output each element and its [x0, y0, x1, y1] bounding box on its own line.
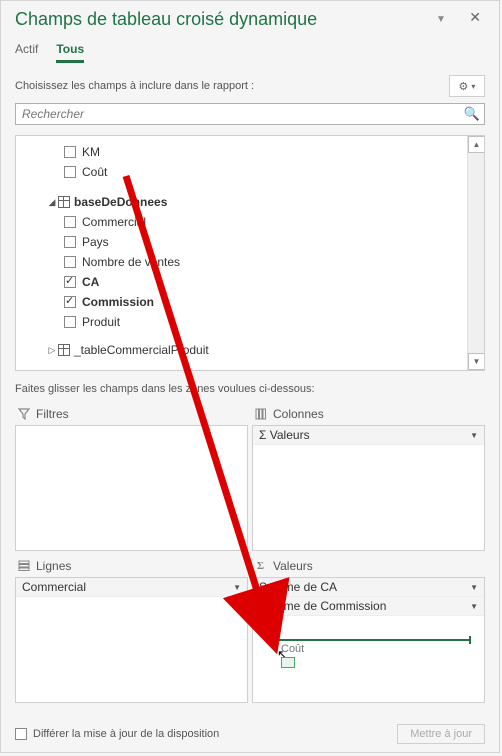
tools-button[interactable]: ⚙ ▾ [449, 75, 485, 97]
sigma-icon: Σ [254, 560, 267, 573]
search-icon[interactable]: 🔍 [464, 106, 480, 122]
checkbox-cout[interactable] [64, 166, 76, 178]
panel-title: Champs de tableau croisé dynamique [15, 9, 485, 30]
chevron-down-icon[interactable]: ▼ [470, 583, 478, 592]
field-commercial[interactable]: Commercial [16, 212, 484, 232]
checkbox-commercial[interactable] [64, 216, 76, 228]
checkbox-ca[interactable] [64, 276, 76, 288]
area-filtres-label: Filtres [36, 407, 69, 421]
field-nombreventes[interactable]: Nombre de ventes [16, 252, 484, 272]
field-cout[interactable]: Coût [16, 162, 484, 182]
field-pays[interactable]: Pays [16, 232, 484, 252]
collapse-icon[interactable]: ◢ [46, 197, 58, 208]
drag-hint-label: Faites glisser les champs dans les zones… [1, 371, 499, 403]
field-commission[interactable]: Commission [16, 292, 484, 312]
checkbox-produit[interactable] [64, 316, 76, 328]
defer-label: Différer la mise à jour de la dispositio… [33, 728, 219, 740]
checkbox-pays[interactable] [64, 236, 76, 248]
columns-icon [254, 408, 267, 421]
defer-checkbox[interactable] [15, 728, 27, 740]
area-lignes-box[interactable]: Commercial ▼ [15, 577, 248, 703]
area-filtres-box[interactable] [15, 425, 248, 551]
field-km[interactable]: KM [16, 142, 484, 162]
valeurs-item-somme-ca[interactable]: Somme de CA ▼ [253, 578, 484, 597]
area-lignes-label: Lignes [36, 559, 71, 573]
valeurs-item-somme-commission[interactable]: Somme de Commission ▼ [253, 597, 484, 616]
table-commercial-produit[interactable]: ▷ _tableCommercialProduit [16, 340, 484, 360]
close-icon[interactable]: ✕ [465, 7, 485, 28]
field-produit[interactable]: Produit [16, 312, 484, 332]
search-input[interactable] [16, 104, 484, 124]
scroll-down-button[interactable]: ▼ [468, 353, 485, 370]
rows-icon [17, 560, 30, 573]
scroll-up-button[interactable]: ▲ [468, 136, 485, 153]
tab-actif[interactable]: Actif [15, 38, 38, 63]
chevron-down-icon[interactable]: ▼ [233, 583, 241, 592]
area-colonnes-label: Colonnes [273, 407, 324, 421]
checkbox-commission[interactable] [64, 296, 76, 308]
colonnes-item-valeurs[interactable]: Σ Valeurs ▼ [253, 426, 484, 445]
field-ca[interactable]: CA [16, 272, 484, 292]
choose-fields-label: Choisissez les champs à inclure dans le … [15, 80, 254, 92]
tab-tous[interactable]: Tous [56, 38, 84, 63]
table-icon [58, 344, 70, 356]
area-colonnes-box[interactable]: Σ Valeurs ▼ [252, 425, 485, 551]
table-basededonnees[interactable]: ◢ baseDeDonnees [16, 192, 484, 212]
update-button[interactable]: Mettre à jour [397, 724, 485, 744]
drag-ghost-icon [281, 657, 295, 668]
gear-icon: ⚙ [459, 80, 469, 93]
chevron-down-icon[interactable]: ▼ [470, 602, 478, 611]
checkbox-km[interactable] [64, 146, 76, 158]
chevron-down-icon: ▾ [471, 82, 475, 91]
drop-indicator [269, 639, 469, 641]
area-valeurs-label: Valeurs [273, 559, 313, 573]
chevron-down-icon[interactable]: ▼ [470, 431, 478, 440]
expand-icon[interactable]: ▷ [46, 345, 58, 356]
table-icon [58, 196, 70, 208]
checkbox-nombreventes[interactable] [64, 256, 76, 268]
filter-icon [17, 408, 30, 421]
dropdown-icon[interactable]: ▼ [432, 12, 450, 27]
lignes-item-commercial[interactable]: Commercial ▼ [16, 578, 247, 597]
